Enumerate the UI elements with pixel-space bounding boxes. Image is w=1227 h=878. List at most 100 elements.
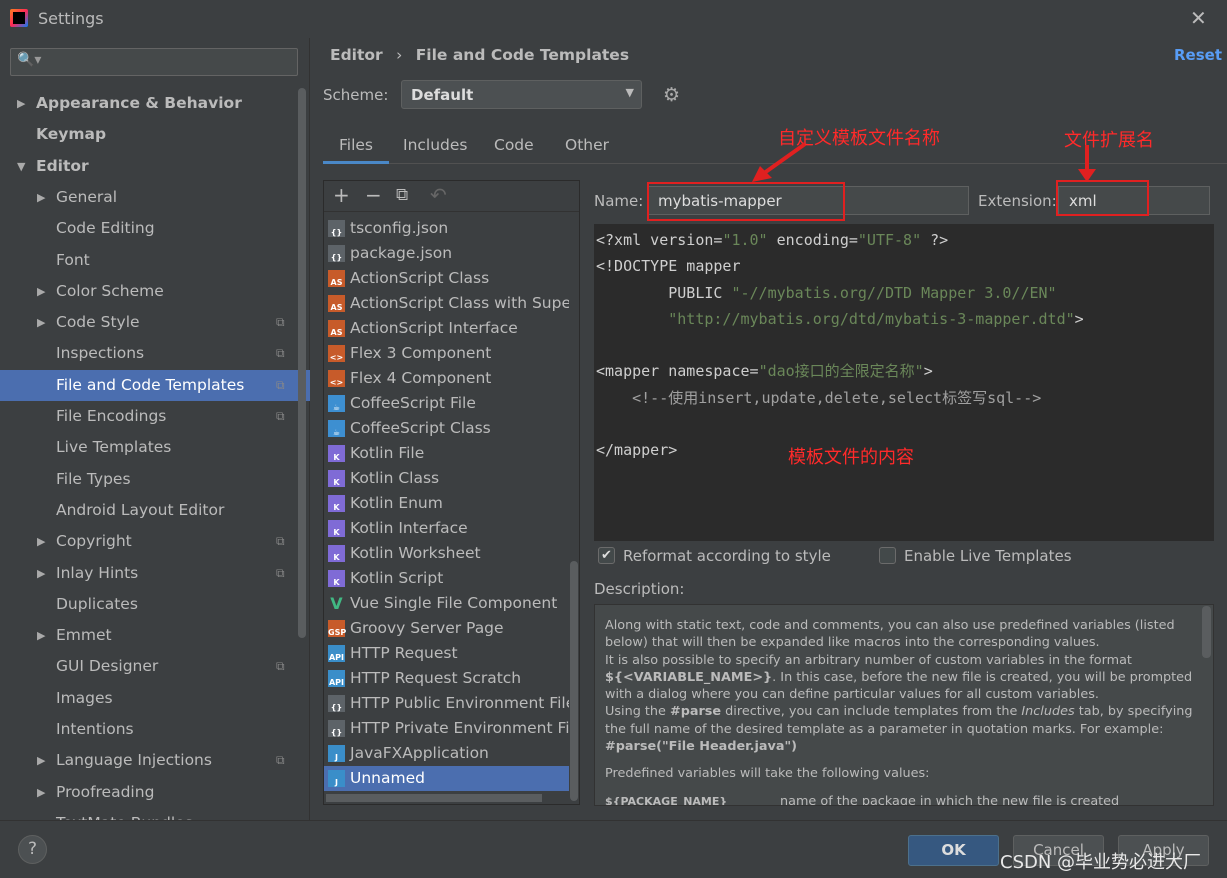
chevron-down-icon: ▼ [625, 86, 634, 99]
sidebar-item-emmet[interactable]: ▶ Emmet [0, 620, 310, 651]
chevron-right-icon[interactable]: ▶ [37, 182, 45, 213]
sidebar-item-images[interactable]: Images [0, 683, 310, 714]
sidebar-item-copyright[interactable]: ▶ Copyright ⧉ [0, 526, 310, 557]
template-list-item[interactable]: {} tsconfig.json [324, 216, 569, 241]
sidebar-item-android-layout-editor[interactable]: Android Layout Editor [0, 495, 310, 526]
kotlin-file-icon: K [328, 545, 345, 562]
tab-other[interactable]: Other [565, 136, 609, 164]
tab-includes[interactable]: Includes [403, 136, 468, 164]
template-list-item[interactable]: {} HTTP Private Environment File [324, 716, 569, 741]
template-list-item[interactable]: K Kotlin Script [324, 566, 569, 591]
template-list-item[interactable]: {} package.json [324, 241, 569, 266]
kotlin-file-icon: K [328, 520, 345, 537]
list-horizontal-scrollbar[interactable] [326, 794, 542, 802]
chevron-right-icon[interactable]: ▶ [37, 526, 45, 557]
sidebar-item-file-encodings[interactable]: File Encodings ⧉ [0, 401, 310, 432]
sidebar-item-file-and-code-templates[interactable]: File and Code Templates ⧉ [0, 369, 310, 401]
template-list-item[interactable]: K Kotlin Enum [324, 491, 569, 516]
description-label: Description: [594, 580, 685, 598]
gear-icon[interactable]: ⚙ [663, 84, 680, 106]
sidebar-item-appearance-behavior[interactable]: ▶ Appearance & Behavior [0, 88, 310, 119]
breadcrumb-parent[interactable]: Editor [330, 46, 383, 64]
code-token: </mapper> [596, 441, 678, 460]
chevron-right-icon[interactable]: ▶ [37, 307, 45, 338]
template-list: + − ⧉ ↶ {} tsconfig.json{} package.json AS A… [323, 180, 580, 805]
sidebar-item-language-injections[interactable]: ▶ Language Injections ⧉ [0, 745, 310, 776]
remove-icon[interactable]: − [365, 183, 382, 207]
sidebar-item-gui-designer[interactable]: GUI Designer ⧉ [0, 651, 310, 682]
template-name: JavaFXApplication [350, 744, 489, 762]
sidebar-item-color-scheme[interactable]: ▶ Color Scheme [0, 276, 310, 307]
template-list-item[interactable]: K Kotlin Class [324, 466, 569, 491]
sidebar-item-file-types[interactable]: File Types [0, 464, 310, 495]
reset-icon[interactable]: ↶ [430, 183, 447, 207]
sidebar-item-label: Android Layout Editor [56, 500, 225, 519]
close-icon[interactable]: ✕ [1190, 6, 1207, 30]
template-list-item[interactable]: K Kotlin File [324, 441, 569, 466]
sidebar-scrollbar[interactable] [298, 88, 306, 638]
tab-files[interactable]: Files [323, 136, 390, 164]
live-templates-label[interactable]: Enable Live Templates [904, 547, 1072, 565]
template-list-item[interactable]: ☕ CoffeeScript Class [324, 416, 569, 441]
chevron-right-icon[interactable]: ▶ [37, 558, 45, 589]
sidebar-item-proofreading[interactable]: ▶ Proofreading [0, 777, 310, 808]
tab-code[interactable]: Code [494, 136, 534, 164]
sidebar-item-inlay-hints[interactable]: ▶ Inlay Hints ⧉ [0, 558, 310, 589]
project-copy-icon: ⧉ [276, 409, 285, 423]
template-list-item[interactable]: API HTTP Request [324, 641, 569, 666]
sidebar-item-font[interactable]: Font [0, 245, 310, 276]
sidebar-item-editor[interactable]: ▼ Editor [0, 151, 310, 182]
chevron-right-icon[interactable]: ▶ [37, 620, 45, 651]
help-button[interactable]: ? [18, 835, 47, 864]
description-scrollbar[interactable] [1202, 606, 1211, 658]
gsp-file-icon: GSP [328, 620, 346, 637]
template-list-item[interactable]: API HTTP Request Scratch [324, 666, 569, 691]
template-list-item[interactable]: J JavaFXApplication [324, 741, 569, 766]
json-file-icon: {} [328, 695, 345, 712]
reformat-checkbox[interactable]: ✔ [598, 547, 615, 564]
chevron-right-icon[interactable]: ▶ [37, 276, 45, 307]
template-list-item[interactable]: ☕ CoffeeScript File [324, 391, 569, 416]
code-line: "http://mybatis.org/dtd/mybatis-3-mapper… [596, 306, 1212, 332]
chevron-down-icon[interactable]: ▼ [17, 151, 25, 182]
ok-button[interactable]: OK [908, 835, 999, 866]
chevron-right-icon[interactable]: ▶ [37, 745, 45, 776]
sidebar-item-code-style[interactable]: ▶ Code Style ⧉ [0, 307, 310, 338]
template-list-item[interactable]: <> Flex 3 Component [324, 341, 569, 366]
search-input[interactable]: 🔍▾ [10, 48, 298, 76]
sidebar-item-general[interactable]: ▶ General [0, 182, 310, 213]
copy-icon[interactable]: ⧉ [396, 185, 408, 205]
add-icon[interactable]: + [333, 183, 350, 207]
template-code-editor[interactable]: <?xml version="1.0" encoding="UTF-8" ?> <… [594, 224, 1214, 541]
template-list-item[interactable]: K Kotlin Interface [324, 516, 569, 541]
sidebar-item-duplicates[interactable]: Duplicates [0, 589, 310, 620]
template-list-item[interactable]: V Vue Single File Component [324, 591, 569, 616]
template-list-item[interactable]: AS ActionScript Class with Supers [324, 291, 569, 316]
sidebar-item-inspections[interactable]: Inspections ⧉ [0, 338, 310, 369]
sidebar-item-keymap[interactable]: Keymap [0, 119, 310, 150]
reset-link[interactable]: Reset [1174, 46, 1222, 64]
chevron-right-icon[interactable]: ▶ [17, 88, 25, 119]
sidebar-item-label: Duplicates [56, 594, 138, 613]
sidebar-item-code-editing[interactable]: Code Editing [0, 213, 310, 244]
sidebar-item-label: Code Style [56, 313, 140, 332]
template-list-item[interactable]: <> Flex 4 Component [324, 366, 569, 391]
template-list-item[interactable]: {} HTTP Public Environment File [324, 691, 569, 716]
as-file-icon: AS [328, 320, 345, 337]
scheme-dropdown[interactable]: Default ▼ [401, 80, 642, 109]
list-scrollbar[interactable] [570, 561, 578, 801]
template-list-item[interactable]: J Unnamed [324, 766, 569, 791]
sidebar-item-live-templates[interactable]: Live Templates [0, 432, 310, 463]
sidebar-item-intentions[interactable]: Intentions [0, 714, 310, 745]
kotlin-file-icon: K [328, 470, 345, 487]
live-templates-checkbox[interactable] [879, 547, 896, 564]
chevron-right-icon[interactable]: ▶ [37, 777, 45, 808]
template-list-item[interactable]: AS ActionScript Interface [324, 316, 569, 341]
template-list-item[interactable]: AS ActionScript Class [324, 266, 569, 291]
template-list-item[interactable]: GSP Groovy Server Page [324, 616, 569, 641]
template-name: HTTP Request Scratch [350, 669, 522, 687]
reformat-label[interactable]: Reformat according to style [623, 547, 831, 565]
template-list-item[interactable]: K Kotlin Worksheet [324, 541, 569, 566]
template-name: Flex 3 Component [350, 344, 492, 362]
